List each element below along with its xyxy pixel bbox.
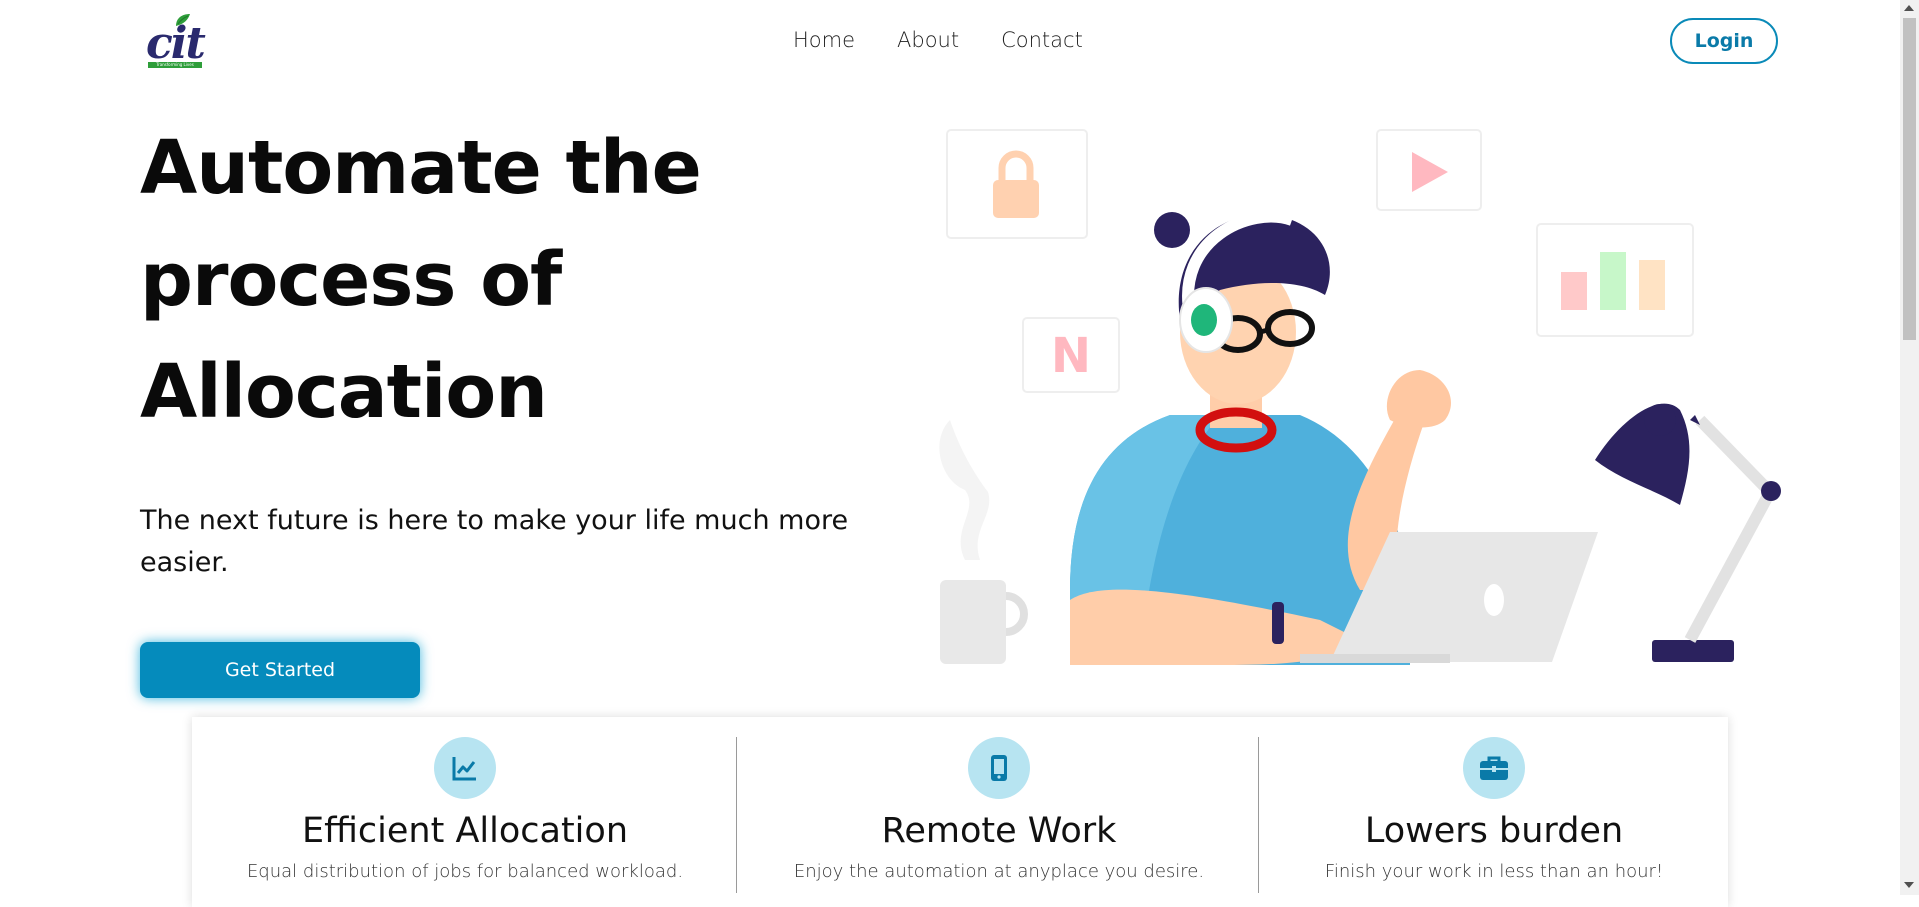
feature-title: Remote Work [881, 811, 1117, 851]
hero-title: Automate the process of Allocation [140, 112, 760, 448]
feature-lowers-burden: Lowers burden Finish your work in less t… [1260, 717, 1728, 897]
main-nav: Home About Contact [793, 28, 1083, 52]
desk-lamp-icon [1595, 403, 1781, 662]
scroll-thumb[interactable] [1903, 18, 1916, 340]
person-at-laptop [1070, 210, 1598, 665]
page-scrollbar[interactable] [1900, 0, 1919, 895]
hero-title-line: Allocation [140, 349, 548, 435]
mobile-phone-icon [991, 755, 1007, 781]
feature-icon-circle [1463, 737, 1525, 799]
chart-line-icon [452, 757, 476, 781]
feature-efficient-allocation: Efficient Allocation Equal distribution … [192, 717, 738, 897]
feature-icon-circle [434, 737, 496, 799]
feature-title: Lowers burden [1364, 811, 1624, 851]
brand-logo[interactable]: cit Transforming Lives [144, 12, 206, 70]
nav-link-about[interactable]: About [897, 28, 959, 52]
scroll-down-arrow-icon[interactable] [1904, 882, 1914, 888]
hero-title-line: process of [140, 237, 562, 323]
hero-subtitle: The next future is here to make your lif… [140, 505, 849, 578]
login-button[interactable]: Login [1670, 18, 1778, 64]
features-panel: Efficient Allocation Equal distribution … [192, 717, 1728, 907]
get-started-button[interactable]: Get Started [140, 642, 420, 698]
briefcase-icon [1480, 756, 1508, 780]
hero-illustration: N [939, 129, 1781, 665]
feature-divider [736, 737, 737, 893]
feature-icon-circle [968, 737, 1030, 799]
feature-description: Finish your work in less than an hour! [1324, 861, 1664, 882]
feature-divider [1258, 737, 1259, 893]
n-card-letter: N [1051, 328, 1091, 384]
lock-card-icon [946, 129, 1088, 239]
hero-title-line: Automate the [140, 125, 702, 211]
feature-remote-work: Remote Work Enjoy the automation at anyp… [738, 717, 1260, 897]
logo-tagline: Transforming Lives [148, 62, 202, 68]
bar-chart-card-icon [1536, 223, 1694, 337]
scroll-up-arrow-icon[interactable] [1904, 5, 1914, 11]
nav-link-home[interactable]: Home [793, 28, 855, 52]
navbar: cit Transforming Lives Home About Contac… [0, 0, 1900, 86]
nav-link-contact[interactable]: Contact [1001, 28, 1083, 52]
feature-description: Enjoy the automation at anyplace you des… [793, 861, 1205, 882]
feature-description: Equal distribution of jobs for balanced … [246, 861, 684, 882]
feature-title: Efficient Allocation [301, 811, 629, 851]
n-card-icon: N [1022, 317, 1120, 393]
play-card-icon [1376, 129, 1482, 211]
coffee-mug-icon [940, 580, 1028, 664]
